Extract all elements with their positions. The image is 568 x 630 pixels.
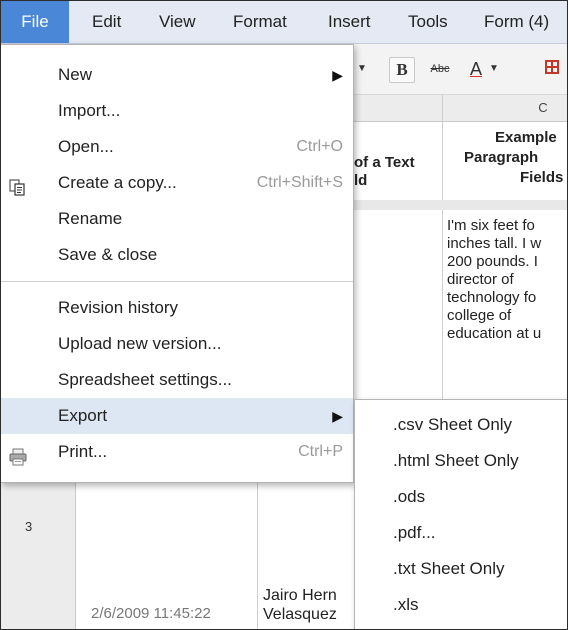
menu-item-label: Open... <box>58 137 114 156</box>
column-headers: C <box>349 95 567 122</box>
menu-item-label: Export <box>58 406 108 425</box>
column-header-c[interactable]: C <box>443 95 567 121</box>
borders-icon[interactable] <box>543 57 561 81</box>
dropdown-arrow-icon[interactable]: ▼ <box>488 57 500 81</box>
shortcut-label: Ctrl+P <box>298 443 343 460</box>
menu-format[interactable]: Format <box>233 1 287 43</box>
frozen-divider <box>349 200 567 210</box>
menu-item-revision-history[interactable]: Revision history <box>1 290 353 326</box>
export-pdf[interactable]: .pdf... <box>355 515 567 551</box>
row-headers <box>1 463 76 629</box>
paragraph-cell-line: 200 pounds. I <box>447 253 538 270</box>
paragraph-cell-line: college of <box>447 307 512 324</box>
header-cell-c-line: Example <box>495 129 557 146</box>
menu-item-label: .html Sheet Only <box>393 451 519 470</box>
menu-item-label: Save & close <box>58 245 158 264</box>
menu-view[interactable]: View <box>159 1 196 43</box>
paragraph-cell-line: education at u <box>447 325 542 342</box>
header-cell-b-line: ld <box>354 172 368 189</box>
menu-item-label: Create a copy... <box>58 173 177 192</box>
header-cell-c-line: Fields <box>520 169 564 186</box>
menu-item-print[interactable]: Print... Ctrl+P <box>1 434 353 470</box>
menu-item-create-copy[interactable]: Create a copy... Ctrl+Shift+S <box>1 165 353 201</box>
menu-item-label: Upload new version... <box>58 334 222 353</box>
triangle-right-icon: ▶ <box>332 408 343 424</box>
menu-bar: File Edit View Format Insert Tools Form … <box>1 1 567 44</box>
name-cell-line: Velasquez <box>263 606 337 623</box>
dropdown-arrow-icon[interactable]: ▼ <box>355 57 369 81</box>
export-html[interactable]: .html Sheet Only <box>355 443 567 479</box>
shortcut-label: Ctrl+Shift+S <box>256 174 343 191</box>
name-cell-line: Jairo Hern <box>263 587 337 604</box>
export-ods[interactable]: .ods <box>355 479 567 515</box>
menu-item-label: Import... <box>58 101 121 120</box>
menu-insert[interactable]: Insert <box>328 1 371 43</box>
menu-item-export[interactable]: Export ▶ <box>1 398 353 434</box>
menu-file[interactable]: File <box>1 1 69 43</box>
export-txt[interactable]: .txt Sheet Only <box>355 551 567 587</box>
row-header-3[interactable]: 3 <box>25 519 32 534</box>
menu-form[interactable]: Form (4) <box>484 1 549 43</box>
menu-item-label: .txt Sheet Only <box>393 559 505 578</box>
menu-item-upload-new-version[interactable]: Upload new version... <box>1 326 353 362</box>
menu-item-new[interactable]: New ▶ <box>1 57 353 93</box>
menu-item-label: Print... <box>58 442 108 461</box>
export-xls[interactable]: .xls <box>355 587 567 623</box>
paragraph-cell-line: technology fo <box>447 289 537 306</box>
paragraph-cell-line: I'm six feet fo <box>447 217 535 234</box>
grid-line <box>257 463 258 629</box>
shortcut-label: Ctrl+O <box>296 138 343 155</box>
menu-item-label: Rename <box>58 209 123 228</box>
text-color-button[interactable]: A <box>464 57 488 81</box>
timestamp-cell: 2/6/2009 11:45:22 <box>91 605 211 622</box>
menu-item-label: .pdf... <box>393 523 436 542</box>
printer-icon <box>9 443 27 466</box>
menu-item-import[interactable]: Import... <box>1 93 353 129</box>
header-cell-c-line: Paragraph <box>464 149 539 166</box>
export-submenu: .csv Sheet Only .html Sheet Only .ods .p… <box>354 399 567 629</box>
copy-icon <box>9 174 27 196</box>
header-cell-b-line: of a Text <box>354 154 415 171</box>
file-menu: New ▶ Import... Open... Ctrl+O Create a … <box>1 44 354 483</box>
menu-item-rename[interactable]: Rename <box>1 201 353 237</box>
strikethrough-button[interactable]: Abc <box>425 57 455 81</box>
toolbar: ▼ B Abc A ▼ <box>349 44 567 95</box>
app-window: File Edit View Format Insert Tools Form … <box>0 0 568 630</box>
menu-item-label: Revision history <box>58 298 178 317</box>
paragraph-cell-line: inches tall. I w <box>447 235 542 252</box>
menu-item-open[interactable]: Open... Ctrl+O <box>1 129 353 165</box>
menu-item-label: .csv Sheet Only <box>393 415 513 434</box>
menu-tools[interactable]: Tools <box>408 1 448 43</box>
export-csv[interactable]: .csv Sheet Only <box>355 407 567 443</box>
menu-item-label: .ods <box>393 487 426 506</box>
menu-item-label: New <box>58 65 93 84</box>
bold-button[interactable]: B <box>389 57 415 83</box>
menu-item-spreadsheet-settings[interactable]: Spreadsheet settings... <box>1 362 353 398</box>
menu-item-label: .xls <box>393 595 419 614</box>
triangle-right-icon: ▶ <box>332 67 343 83</box>
menu-item-save-close[interactable]: Save & close <box>1 237 353 273</box>
menu-edit[interactable]: Edit <box>92 1 121 43</box>
menu-item-label: Spreadsheet settings... <box>58 370 232 389</box>
paragraph-cell-line: director of <box>447 271 514 288</box>
menu-separator <box>1 281 353 282</box>
